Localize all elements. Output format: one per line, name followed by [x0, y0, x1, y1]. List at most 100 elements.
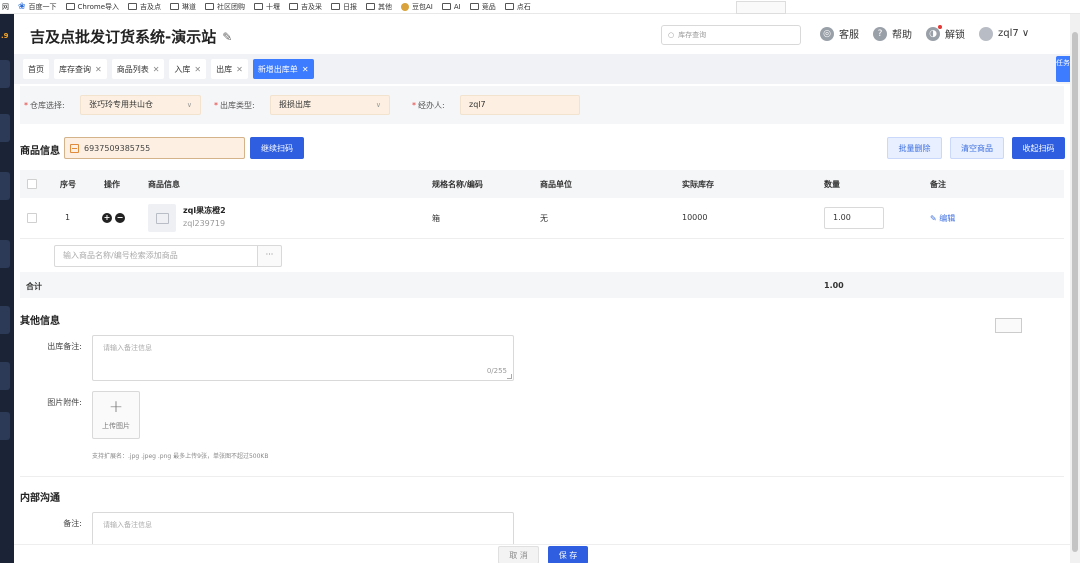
rail-menu-item[interactable]	[0, 306, 10, 334]
table-row: 1 + − zql果冻橙2 zql239719 箱 无 10000 1.00 ✎…	[20, 198, 1064, 239]
bookmark-community[interactable]: 社区团购	[205, 2, 245, 12]
bookmark-other[interactable]: 其他	[366, 2, 392, 12]
rail-menu-item[interactable]	[0, 172, 10, 200]
close-icon[interactable]: ✕	[236, 65, 243, 74]
user-menu[interactable]: zql7 ∨	[979, 26, 1029, 41]
quantity-input[interactable]: 1.00	[824, 207, 884, 229]
notification-dot	[938, 24, 942, 29]
paw-icon: ❀	[18, 1, 26, 12]
left-rail: .9	[0, 14, 14, 563]
rail-menu-item[interactable]	[0, 60, 10, 88]
barcode-icon	[70, 143, 79, 153]
scrollbar-thumb[interactable]	[1072, 32, 1078, 552]
add-product-search-input[interactable]: 输入商品名称/编号检索添加商品	[54, 245, 258, 267]
folder-icon	[128, 3, 138, 10]
upload-image-button[interactable]: + 上传图片	[92, 391, 140, 439]
folder-icon	[170, 3, 180, 10]
col-spec: 规格名称/编码	[432, 180, 483, 189]
bookmark-baidu[interactable]: ❀ 百度一下	[18, 2, 57, 12]
outbound-remark-textarea[interactable]: 请输入备注信息 0/255	[92, 335, 514, 381]
close-icon[interactable]: ✕	[153, 65, 160, 74]
filter-row: * 仓库选择: 张巧玲专用共山仓 ∨ * 出库类型: 报损出库 ∨ * 经办人: zql7	[20, 86, 1064, 124]
folder-icon	[65, 3, 75, 10]
continue-scan-button[interactable]: 继续扫码	[250, 137, 304, 159]
bookmark-dianshi[interactable]: 点石	[504, 2, 531, 12]
bookmark-jijidian[interactable]: 吉及点	[128, 2, 161, 12]
bookmark-jijicai[interactable]: 吉及采	[289, 2, 322, 12]
bookmark-competitor[interactable]: 竞品	[469, 2, 496, 12]
page-scrollbar[interactable]	[1070, 14, 1080, 563]
bookmark-doubao[interactable]: 豆包AI	[401, 2, 433, 12]
tab-new-outbound[interactable]: 新增出库单 ✕	[252, 59, 314, 79]
col-remark: 备注	[930, 180, 946, 189]
close-icon[interactable]: ✕	[95, 65, 102, 74]
save-button[interactable]: 保 存	[548, 546, 588, 563]
help-button[interactable]: ? 帮助	[873, 26, 912, 41]
service-button[interactable]: ◎ 客服	[820, 26, 859, 41]
rail-menu-item[interactable]	[0, 362, 10, 390]
tab-inbound[interactable]: 入库 ✕	[169, 59, 207, 79]
warehouse-select[interactable]: 张巧玲专用共山仓 ∨	[80, 95, 201, 115]
row-checkbox[interactable]	[27, 213, 37, 223]
upload-hint: 支持扩展名：.jpg .jpeg .png 最多上传9张，单张图不超过500KB	[92, 453, 269, 460]
edit-remark-link[interactable]: ✎ 编辑	[930, 213, 955, 224]
close-icon[interactable]: ✕	[302, 65, 309, 74]
row-stock: 10000	[682, 213, 708, 222]
batch-delete-button[interactable]: 批量删除	[887, 137, 942, 159]
product-table-header: 序号 操作 商品信息 规格名称/编码 商品单位 实际库存 数量 备注	[20, 170, 1064, 198]
minus-icon[interactable]: −	[115, 213, 125, 223]
section-divider	[20, 476, 1064, 477]
close-icon[interactable]: ✕	[194, 65, 201, 74]
bookmark-ai[interactable]: AI	[441, 3, 461, 11]
bookmark-chrome-import[interactable]: Chrome导入	[65, 2, 119, 12]
lock-icon: ◑	[926, 24, 942, 41]
outbound-type-label: * 出库类型:	[214, 101, 255, 110]
total-label: 合计	[26, 282, 42, 291]
task-side-button[interactable]: 任务	[1056, 56, 1070, 82]
stock-search-input[interactable]: ○ 库存查询	[661, 25, 801, 45]
bookmark-daily[interactable]: 日报	[331, 2, 357, 12]
outbound-remark-label: 出库备注:	[47, 342, 82, 351]
blurred-thumbnail	[995, 318, 1022, 333]
product-code: zql239719	[183, 219, 226, 228]
headset-icon: ◎	[820, 26, 834, 41]
plus-icon[interactable]: +	[102, 213, 112, 223]
tab-home[interactable]: 首页	[23, 59, 49, 79]
collapse-scan-button[interactable]: 收起扫码	[1012, 137, 1065, 159]
tab-bar: 首页 库存查询 ✕ 商品列表 ✕ 入库 ✕ 出库 ✕ 新增出库单 ✕	[14, 54, 1070, 84]
select-all-checkbox[interactable]	[27, 179, 37, 189]
outbound-type-select[interactable]: 报损出库 ∨	[270, 95, 390, 115]
rail-menu-item[interactable]	[0, 240, 10, 268]
cancel-button[interactable]: 取 消	[498, 546, 539, 563]
internal-remark-textarea[interactable]: 请输入备注信息	[92, 512, 514, 546]
tab-stock-query[interactable]: 库存查询 ✕	[54, 59, 107, 79]
bookmark-truncated[interactable]: 网	[2, 2, 9, 12]
row-unit: 无	[540, 214, 548, 223]
rail-menu-item[interactable]	[0, 412, 10, 440]
tab-outbound[interactable]: 出库 ✕	[211, 59, 248, 79]
bookmark-lindao[interactable]: 琳道	[170, 2, 196, 12]
clear-products-button[interactable]: 清空商品	[950, 137, 1004, 159]
doubao-icon	[401, 2, 410, 11]
resize-handle[interactable]	[507, 374, 512, 379]
col-operation: 操作	[104, 180, 120, 189]
folder-icon	[289, 3, 299, 10]
version-label: .9	[1, 32, 9, 40]
header-actions: ◎ 客服 ? 帮助 ◑ 解锁 zql7 ∨	[820, 24, 1029, 41]
tab-product-list[interactable]: 商品列表 ✕	[111, 59, 165, 79]
pen-icon: ✎	[930, 214, 940, 223]
unlock-button[interactable]: ◑ 解锁	[926, 24, 965, 41]
folder-icon	[469, 3, 479, 10]
internal-section-title: 内部沟通	[20, 493, 60, 504]
more-button[interactable]: ···	[257, 245, 282, 267]
total-row: 合计 1.00	[20, 272, 1064, 298]
pencil-icon[interactable]: ✎	[222, 30, 232, 44]
rail-menu-item[interactable]	[0, 114, 10, 142]
handler-field[interactable]: zql7	[460, 95, 580, 115]
product-name: zql果冻橙2	[183, 206, 226, 215]
avatar	[979, 26, 993, 41]
col-quantity: 数量	[824, 180, 840, 189]
bookmark-shiyan[interactable]: 十堰	[254, 2, 280, 12]
product-image-placeholder	[148, 204, 176, 232]
barcode-scan-input[interactable]: 6937509385755	[64, 137, 245, 159]
